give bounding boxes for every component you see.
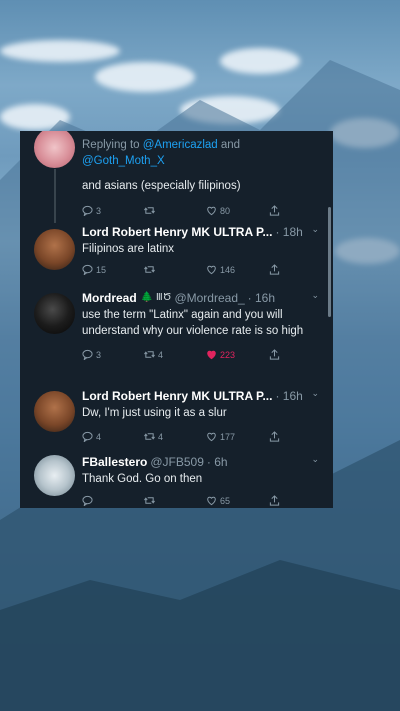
share-icon [269, 431, 280, 442]
share-icon [269, 264, 280, 275]
retweet-icon [144, 351, 155, 358]
tweet-text: Dw, I'm just using it as a slur [82, 407, 227, 419]
avatar[interactable] [34, 455, 75, 496]
tweet-2[interactable]: Lord Robert Henry MK ULTRA P... · 18h ⌄ … [20, 224, 333, 290]
heart-icon [207, 206, 216, 216]
tweet-1[interactable]: Replying to @Americazlad and @Goth_Moth_… [20, 131, 333, 223]
timestamp[interactable]: · 6h [207, 454, 228, 470]
retweet-icon [144, 497, 155, 504]
retweet-button[interactable] [144, 495, 158, 506]
timestamp[interactable]: · 16h [275, 388, 302, 404]
reply-button[interactable]: 4 [82, 431, 101, 442]
display-name[interactable]: Mordread [82, 290, 137, 306]
share-icon [269, 495, 280, 506]
heart-icon [207, 432, 216, 442]
heart-icon [207, 350, 216, 360]
display-name[interactable]: Lord Robert Henry MK ULTRA P... [82, 388, 272, 404]
tweet-thread-panel[interactable]: Replying to @Americazlad and @Goth_Moth_… [20, 131, 333, 508]
like-button[interactable]: 65 [206, 495, 230, 506]
thread-line [54, 169, 56, 223]
timestamp[interactable]: · 16h [248, 290, 275, 306]
mention-link[interactable]: @Americazlad [143, 139, 218, 151]
display-name[interactable]: FBallestero [82, 454, 147, 470]
chevron-down-icon[interactable]: ⌄ [311, 224, 319, 235]
reply-icon [82, 431, 93, 442]
share-button[interactable] [269, 431, 280, 442]
handle[interactable]: @Mordread_ [174, 290, 244, 306]
tweet-text: and asians (especially filipinos) [82, 180, 241, 192]
display-name[interactable]: Lord Robert Henry MK ULTRA P... [82, 224, 272, 240]
avatar[interactable] [34, 131, 75, 168]
reply-icon [82, 264, 93, 275]
chevron-down-icon[interactable]: ⌄ [311, 388, 319, 399]
share-button[interactable] [269, 205, 280, 216]
avatar[interactable] [34, 293, 75, 334]
retweet-button[interactable] [144, 205, 158, 216]
share-icon [269, 349, 280, 360]
chevron-down-icon[interactable]: ⌄ [311, 290, 319, 301]
share-button[interactable] [269, 495, 280, 506]
mention-link[interactable]: @Goth_Moth_X [82, 155, 165, 167]
reply-icon [82, 349, 93, 360]
share-button[interactable] [269, 349, 280, 360]
reply-button[interactable]: 3 [82, 349, 101, 360]
chevron-down-icon[interactable]: ⌄ [311, 454, 319, 465]
retweet-button[interactable] [144, 264, 158, 275]
retweet-icon [144, 433, 155, 440]
tweet-text: Filipinos are latinx [82, 243, 175, 255]
like-button[interactable]: 80 [206, 205, 230, 216]
like-button[interactable]: 177 [206, 431, 235, 442]
tweet-4[interactable]: Lord Robert Henry MK ULTRA P... · 16h ⌄ … [20, 388, 333, 454]
reply-button[interactable] [82, 495, 96, 506]
replying-to: Replying to @Americazlad and [82, 139, 241, 151]
like-button[interactable]: 146 [206, 264, 235, 275]
retweet-button[interactable]: 4 [144, 349, 163, 360]
name-emoji: 🌲 ⅢԾ [140, 292, 172, 303]
timestamp[interactable]: · 18h [275, 224, 302, 240]
retweet-button[interactable]: 4 [144, 431, 163, 442]
retweet-icon [144, 266, 155, 273]
reply-button[interactable]: 3 [82, 205, 101, 216]
heart-icon [207, 496, 216, 506]
retweet-icon [144, 207, 155, 214]
avatar[interactable] [34, 391, 75, 432]
reply-button[interactable]: 15 [82, 264, 106, 275]
reply-icon [82, 205, 93, 216]
like-button-active[interactable]: 223 [206, 349, 235, 360]
handle[interactable]: @JFB509 [150, 454, 204, 470]
avatar[interactable] [34, 229, 75, 270]
share-icon [269, 205, 280, 216]
tweet-text: use the term "Latinx" again and you will… [82, 309, 304, 337]
tweet-5[interactable]: FBallestero @JFB509 · 6h ⌄ Thank God. Go… [20, 454, 333, 508]
heart-icon [207, 265, 216, 275]
reply-icon [82, 495, 93, 506]
share-button[interactable] [269, 264, 280, 275]
tweet-text: Thank God. Go on then [82, 473, 203, 485]
tweet-3[interactable]: Mordread 🌲 ⅢԾ @Mordread_ · 16h ⌄ use the… [20, 290, 333, 386]
